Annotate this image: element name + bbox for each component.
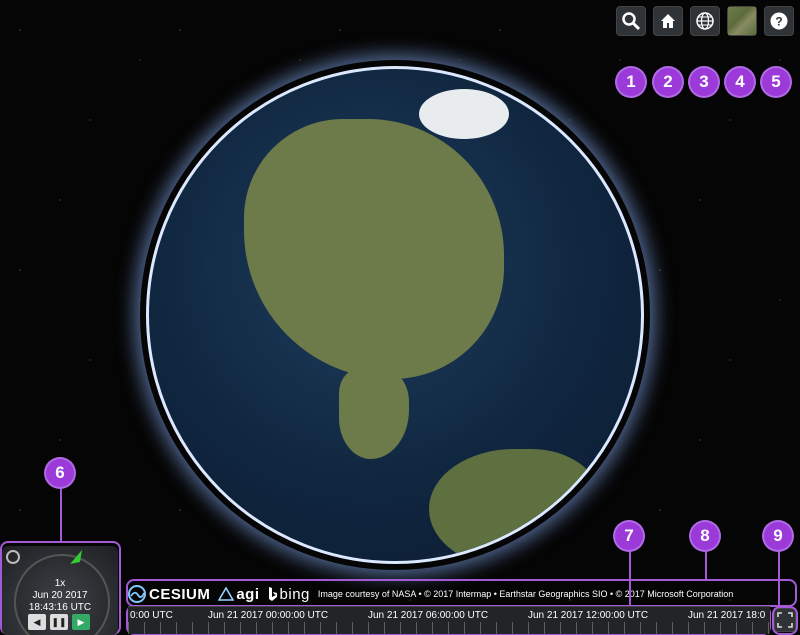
greenland-ice (419, 89, 509, 139)
callout-badge-2: 2 (654, 68, 682, 96)
cesium-logo[interactable]: CESIUM (128, 585, 210, 603)
bing-logo-icon (268, 587, 277, 601)
bing-logo-text: bing (279, 585, 310, 603)
animation-time: 18:43:16 UTC (28, 602, 92, 613)
timeline-label: 0:00 UTC (130, 610, 173, 621)
svg-text:?: ? (775, 15, 782, 29)
search-icon (622, 12, 641, 31)
animation-date: Jun 20 2017 (32, 590, 88, 601)
bing-logo[interactable]: bing (268, 586, 310, 603)
fullscreen-callout-outline (772, 606, 798, 635)
home-icon (661, 14, 675, 28)
agi-logo-icon (218, 587, 235, 601)
south-america-landmass (429, 449, 599, 561)
animation-callout-line (60, 488, 62, 541)
callout-badge-3: 3 (690, 68, 718, 96)
help-icon: ? (770, 12, 788, 30)
pause-button[interactable]: ❚❚ (50, 614, 68, 630)
callout-badge-1: 1 (617, 68, 645, 96)
agi-logo[interactable]: agi (218, 586, 259, 603)
animation-speed: 1x (54, 578, 66, 589)
timeline-label: Jun 21 2017 18:0 (688, 610, 766, 621)
base-layer-thumbnail (728, 7, 756, 35)
rewind-button[interactable]: ◀ (28, 614, 46, 630)
timeline-label: Jun 21 2017 12:00:00 UTC (528, 610, 649, 621)
callout-badge-9: 9 (764, 522, 792, 550)
timeline-ticks (128, 622, 770, 634)
credits-callout-line (705, 548, 707, 580)
imagery-credit-text: Image courtesy of NASA • © 2017 Intermap… (317, 589, 734, 599)
globe-viewer[interactable] (146, 66, 644, 564)
clock-icon[interactable] (6, 550, 20, 564)
central-america-landmass (339, 369, 409, 459)
home-button[interactable] (653, 6, 683, 36)
north-america-landmass (244, 119, 504, 379)
play-button[interactable]: ▶ (72, 614, 90, 630)
scene-mode-button[interactable] (690, 6, 720, 36)
animation-widget[interactable]: 1x Jun 20 2017 18:43:16 UTC ◀ ❚❚ ▶ (2, 546, 118, 635)
credits-bar: CESIUM agi bing Image courtesy of NASA •… (128, 582, 796, 606)
shuttle-ring-needle[interactable] (68, 548, 86, 566)
agi-logo-text: agi (236, 585, 260, 603)
animation-controls: ◀ ❚❚ ▶ (28, 614, 90, 630)
cesium-logo-text: CESIUM (149, 585, 211, 603)
callout-badge-7: 7 (615, 522, 643, 550)
timeline-callout-line (629, 548, 631, 606)
timeline[interactable]: 0:00 UTC Jun 21 2017 00:00:00 UTC Jun 21… (128, 606, 770, 634)
base-layer-picker-button[interactable] (727, 6, 757, 36)
callout-badge-4: 4 (726, 68, 754, 96)
callout-badge-8: 8 (691, 522, 719, 550)
timeline-label: Jun 21 2017 06:00:00 UTC (368, 610, 489, 621)
toolbar: ? (616, 6, 794, 36)
callout-badge-6: 6 (46, 459, 74, 487)
fullscreen-callout-line (778, 548, 780, 606)
cesium-logo-icon (128, 585, 146, 603)
globe-icon (696, 12, 714, 30)
search-button[interactable] (616, 6, 646, 36)
timeline-label: Jun 21 2017 00:00:00 UTC (208, 610, 329, 621)
help-button[interactable]: ? (764, 6, 794, 36)
callout-badge-5: 5 (762, 68, 790, 96)
